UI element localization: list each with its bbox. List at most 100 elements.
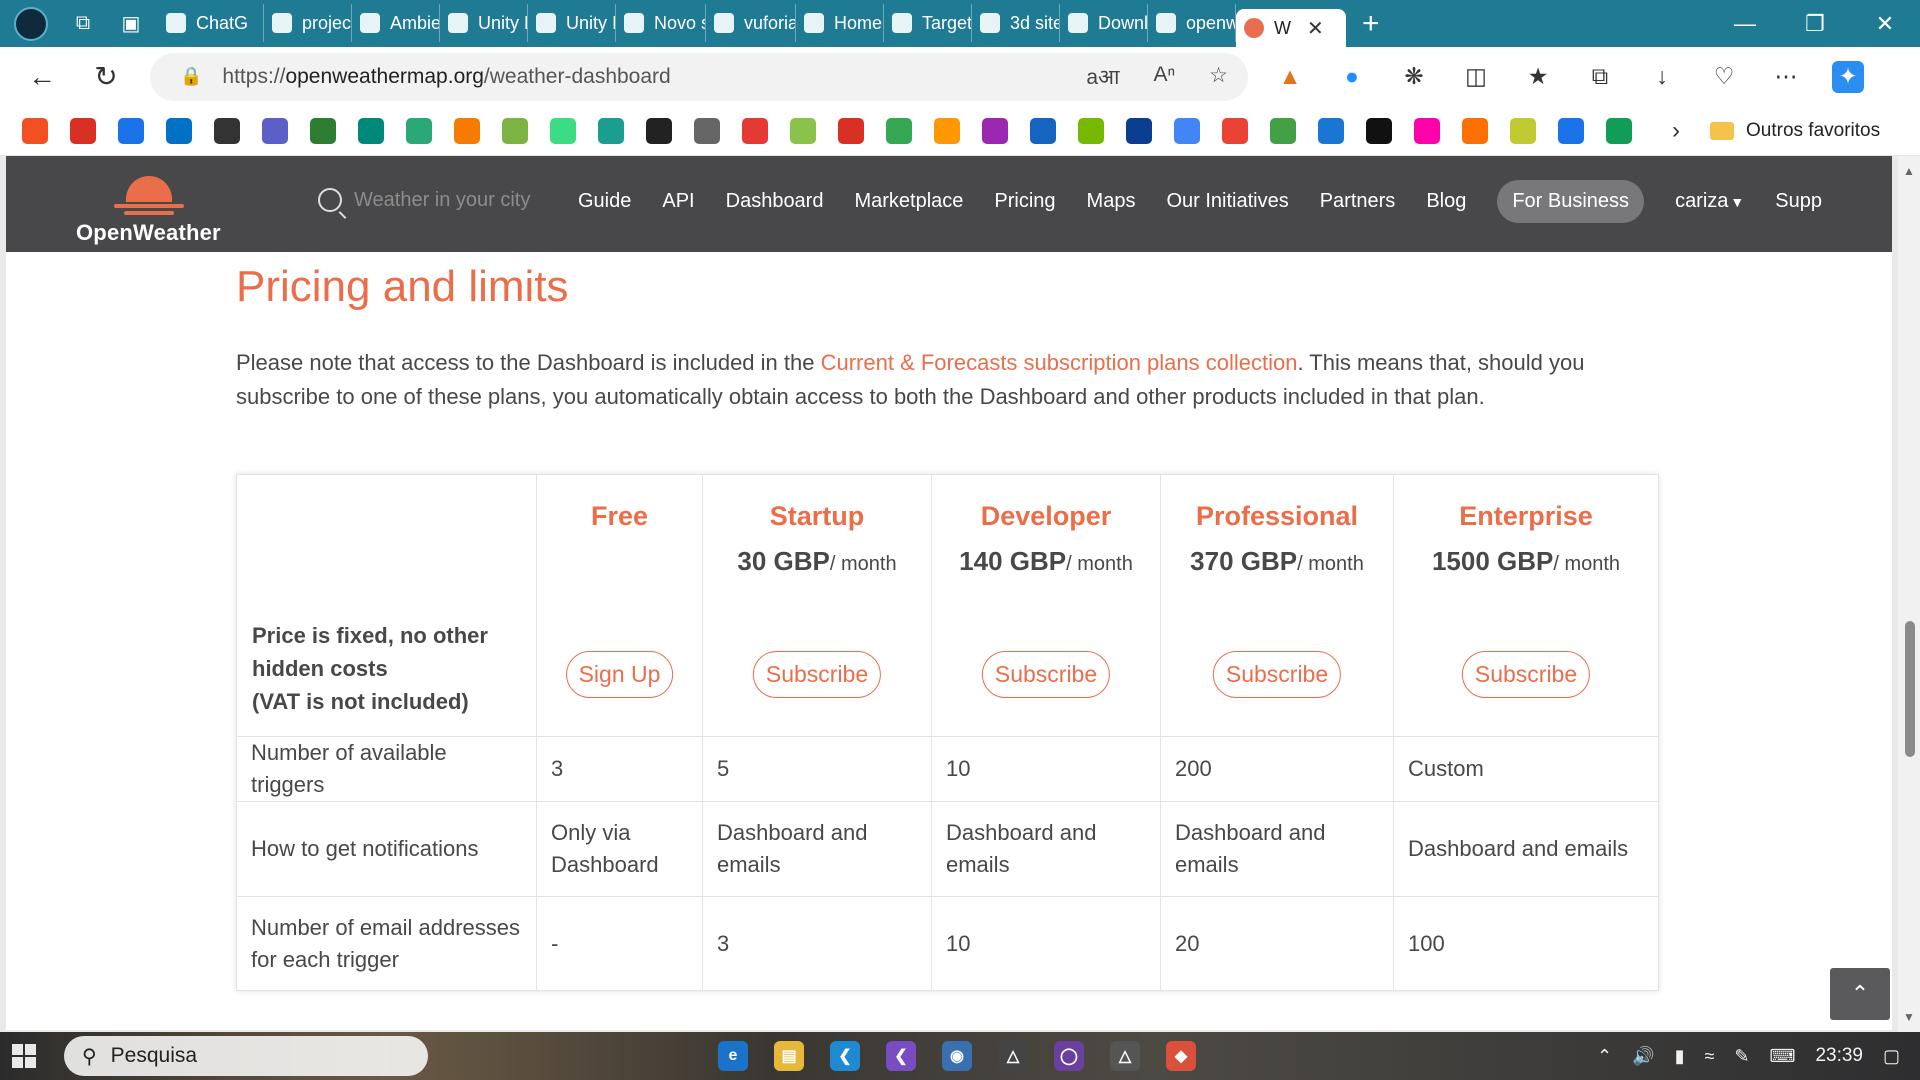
favorite-d-icon[interactable] [406,117,432,144]
nav-api[interactable]: API [662,190,694,213]
sign-up-button[interactable]: Sign Up [565,651,674,698]
page-scrollbar[interactable]: ▲ ▼ [1898,156,1920,1032]
nav-our-initiatives[interactable]: Our Initiatives [1166,190,1288,213]
favorite-windows-icon[interactable] [22,117,48,144]
nav-for-business[interactable]: For Business [1497,179,1645,223]
nav-blog[interactable]: Blog [1426,190,1466,213]
favorite-OIE-icon[interactable] [646,117,672,144]
favorite-intel-icon[interactable] [166,117,192,144]
nav-partners[interactable]: Partners [1320,190,1396,213]
favorite-translate-icon[interactable] [1174,117,1200,144]
taskbar-search[interactable]: ⚲ Pesquisa [64,1036,428,1076]
vertical-tabs-icon[interactable]: ▣ [118,11,144,37]
browser-tab[interactable]: Target: [884,4,972,42]
favorite-16-icon[interactable] [1030,117,1056,144]
browser-tab[interactable]: Downl [1060,4,1148,42]
favorites-overflow-chevron-icon[interactable]: › [1672,117,1680,145]
browser-tab[interactable]: openw [1148,4,1236,42]
favorite-app-icon[interactable] [214,117,240,144]
browser-tab[interactable]: vuforia [706,4,796,42]
favorite-grid-icon[interactable] [934,117,960,144]
favorite-W-icon[interactable] [1366,117,1392,144]
nav-support[interactable]: Supp [1775,190,1822,213]
browser-essentials-icon[interactable]: ♡ [1708,61,1740,93]
close-tab-icon[interactable]: ✕ [1307,16,1324,41]
collections-icon[interactable]: ⧉ [1584,61,1616,93]
favorite-edge-icon[interactable] [1606,117,1632,144]
favorite-youtube-icon[interactable] [742,117,768,144]
close-window-icon[interactable]: ✕ [1850,0,1920,47]
clock[interactable]: 23:39 [1815,1045,1863,1067]
scroll-to-top-button[interactable]: ⌃ [1830,968,1890,1020]
more-options-icon[interactable]: ⋯ [1770,61,1802,93]
favorite-ring-icon[interactable] [502,117,528,144]
favorite-image-icon[interactable] [310,117,336,144]
scroll-down-arrow-icon[interactable]: ▼ [1903,1010,1915,1024]
volume-icon[interactable]: 🔊 [1632,1046,1654,1067]
favorite-circle-icon[interactable] [1414,117,1440,144]
browser-tab[interactable]: Unity I [528,4,616,42]
extension-blue-icon[interactable]: ● [1336,61,1368,93]
favorite-w-icon[interactable] [982,117,1008,144]
wifi-icon[interactable]: ≈ [1704,1046,1714,1067]
new-tab-button[interactable]: + [1362,7,1380,41]
favorite-color-icon[interactable] [1462,117,1488,144]
user-menu[interactable]: cariza ▼ [1675,190,1744,213]
browser-tab-active[interactable]: W ✕ [1236,9,1346,47]
windows-start-button[interactable] [0,1032,48,1080]
scrollbar-thumb[interactable] [1905,621,1915,757]
favorite-download-icon[interactable] [1078,117,1104,144]
browser-tab[interactable]: 3d site [972,4,1060,42]
subscribe-professional-button[interactable]: Subscribe [1212,651,1342,698]
copilot-icon[interactable]: ✦ [1832,60,1864,93]
keyboard-icon[interactable]: ⌨ [1769,1046,1795,1067]
notifications-icon[interactable]: ▢ [1883,1046,1900,1067]
browser-tab[interactable]: ChatG [158,4,264,42]
browser-tab[interactable]: Ambie [352,4,440,42]
file-explorer-icon[interactable]: ▤ [774,1041,804,1071]
favorite-gmail-icon[interactable] [70,117,96,144]
edge-app-icon[interactable]: e [718,1041,748,1071]
unity-hub-icon[interactable]: △ [1110,1041,1140,1071]
read-aloud-icon[interactable]: Aⁿ [1154,63,1176,91]
vscode-icon[interactable]: ❮ [830,1041,860,1071]
browser-tab[interactable]: Novo s [616,4,706,42]
favorite-x-icon[interactable] [1318,117,1344,144]
favorite-doc-icon[interactable] [694,117,720,144]
favorite-blogger-icon[interactable] [454,117,480,144]
favorite-v-icon[interactable] [550,117,576,144]
favorite-folder-icon[interactable] [790,117,816,144]
subscribe-developer-button[interactable]: Subscribe [981,651,1111,698]
workspaces-icon[interactable]: ⧉ [70,11,96,37]
subscription-plans-link[interactable]: Current & Forecasts subscription plans c… [821,350,1298,375]
city-search[interactable]: Weather in your city [318,188,530,212]
extensions-puzzle-icon[interactable]: ❋ [1398,61,1430,93]
visual-studio-icon[interactable]: ❮ [886,1041,916,1071]
favorite-maps-icon[interactable] [886,117,912,144]
unity-icon[interactable]: △ [998,1041,1028,1071]
browser-tab[interactable]: Home [796,4,884,42]
favorite-star-icon[interactable]: ☆ [1209,63,1228,91]
nav-marketplace[interactable]: Marketplace [854,190,963,213]
favorites-icon[interactable]: ★ [1522,61,1554,93]
back-arrow-icon[interactable]: ← [20,55,64,99]
metamask-extension-icon[interactable]: ▲ [1274,61,1306,93]
app-circle-icon[interactable]: ◯ [1054,1041,1084,1071]
browser-tab[interactable]: Unity F [440,4,528,42]
favorite-puzzle-icon[interactable] [358,117,384,144]
pen-icon[interactable]: ✎ [1734,1046,1749,1067]
favorite-gmail2-icon[interactable] [838,117,864,144]
refresh-icon[interactable]: ↻ [84,55,128,99]
favorite-search-icon[interactable] [118,117,144,144]
subscribe-enterprise-button[interactable]: Subscribe [1461,651,1591,698]
favorite-w2-icon[interactable] [1126,117,1152,144]
favorite-list-icon[interactable] [262,117,288,144]
nav-dashboard[interactable]: Dashboard [726,190,824,213]
favorite-p-icon[interactable] [598,117,624,144]
nav-maps[interactable]: Maps [1087,190,1136,213]
downloads-icon[interactable]: ↓ [1646,61,1678,93]
nav-guide[interactable]: Guide [578,190,631,213]
url-field[interactable]: 🔒 https://openweathermap.org/weather-das… [150,52,1248,101]
subscribe-startup-button[interactable]: Subscribe [752,651,882,698]
favorite-check-icon[interactable] [1270,117,1296,144]
